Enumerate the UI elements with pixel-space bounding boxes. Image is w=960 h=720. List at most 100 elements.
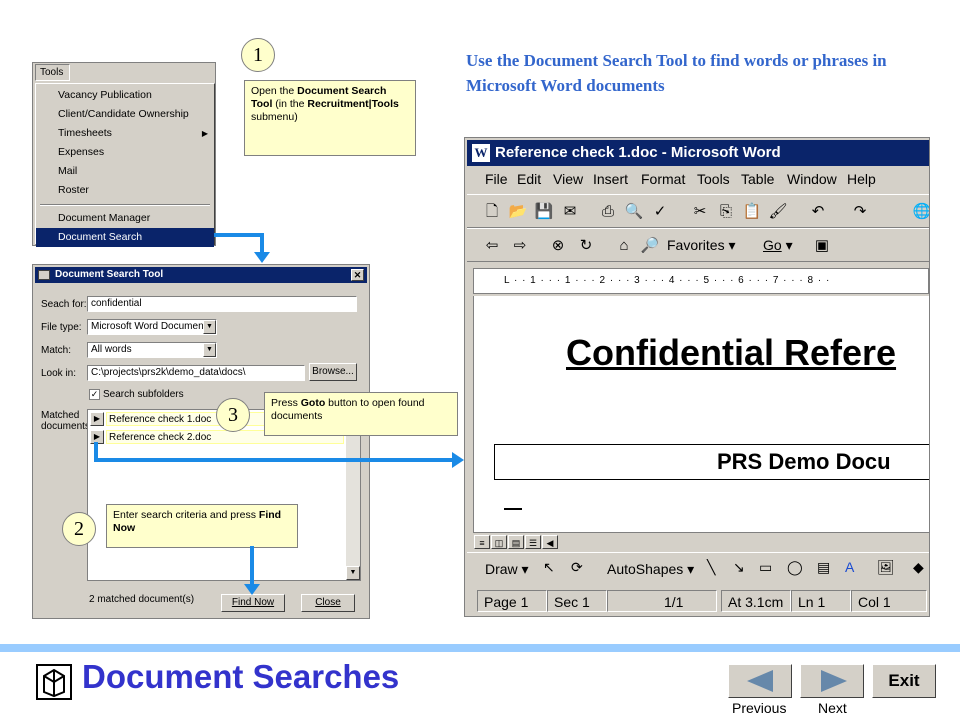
print-icon[interactable]: ⎙ [597, 201, 619, 223]
text-cursor [504, 508, 522, 510]
menu-item-document-manager[interactable]: Document Manager [36, 209, 214, 228]
match-value: All words [91, 344, 132, 355]
fill-color-icon[interactable]: ◆ [913, 559, 924, 576]
normal-view-icon[interactable]: ≡ [474, 535, 490, 549]
autoshapes-label: AutoShapes [607, 561, 684, 577]
outline-view-icon[interactable]: ☰ [525, 535, 541, 549]
previous-label: Previous [732, 700, 787, 716]
step-1-text-bold: Recruitment|Tools [307, 98, 399, 110]
word-menu-insert[interactable]: Insert [593, 171, 628, 187]
step-2-text: Enter search criteria and press [113, 509, 259, 521]
lookin-label: Look in: [41, 368, 77, 379]
close-button[interactable]: Close [301, 594, 355, 612]
tools-dropdown: Vacancy Publication Client/Candidate Own… [35, 83, 215, 247]
new-document-icon[interactable]: 🗋 [481, 201, 503, 223]
tools-menubar-item[interactable]: Tools [35, 64, 70, 81]
cut-icon[interactable]: ✂ [689, 201, 711, 223]
copy-icon[interactable]: ⎘ [715, 201, 737, 223]
paste-icon[interactable]: 📋 [741, 201, 763, 223]
exit-button[interactable]: Exit [872, 664, 936, 698]
menu-item-timesheets[interactable]: Timesheets ▶ [36, 124, 214, 143]
word-menu-window[interactable]: Window [787, 171, 837, 187]
menu-item-client-candidate-ownership[interactable]: Client/Candidate Ownership [36, 105, 214, 124]
chevron-down-icon[interactable]: ▼ [203, 343, 216, 357]
back-icon[interactable]: ⇦ [481, 235, 503, 257]
draw-menu[interactable]: Draw ▾ [485, 561, 529, 578]
redo-icon[interactable]: ↷ [849, 201, 871, 223]
arrow-icon[interactable]: ↘ [733, 559, 745, 576]
web-layout-icon[interactable]: ◫ [491, 535, 507, 549]
next-button[interactable] [800, 664, 864, 698]
search-input[interactable]: confidential [87, 296, 357, 312]
home-icon[interactable] [36, 664, 72, 700]
previous-button[interactable] [728, 664, 792, 698]
oval-icon[interactable]: ◯ [787, 559, 803, 576]
select-objects-icon[interactable]: ↖ [543, 559, 555, 576]
word-menu-table[interactable]: Table [741, 171, 774, 187]
menu-item-label: Mail [58, 165, 78, 177]
scroll-left-icon[interactable]: ◀ [542, 535, 558, 549]
close-icon[interactable]: ✕ [351, 269, 364, 281]
menu-item-label: Expenses [58, 146, 105, 158]
goto-button[interactable]: ▶ [90, 412, 104, 426]
word-menu-file[interactable]: File [485, 171, 508, 187]
step-1-badge: 1 [241, 38, 275, 72]
line-icon[interactable]: ╲ [707, 559, 715, 576]
go-menu[interactable]: Go ▾ [763, 237, 793, 254]
print-layout-icon[interactable]: ▤ [508, 535, 524, 549]
text-box-icon[interactable]: ▤ [817, 559, 830, 576]
scroll-down-icon[interactable]: ▼ [346, 566, 360, 580]
menu-item-expenses[interactable]: Expenses [36, 143, 214, 162]
match-select[interactable]: All words ▼ [87, 342, 217, 358]
spelling-icon[interactable]: ✓ [649, 201, 671, 223]
rectangle-icon[interactable]: ▭ [759, 559, 772, 576]
menu-item-document-search[interactable]: Document Search [36, 228, 214, 247]
word-menu-edit[interactable]: Edit [517, 171, 541, 187]
menu-item-label: Client/Candidate Ownership [58, 108, 189, 120]
forward-icon[interactable]: ⇨ [509, 235, 531, 257]
open-folder-icon[interactable]: 📂 [507, 201, 529, 223]
clip-art-icon[interactable]: 🖼 [877, 559, 895, 576]
undo-icon[interactable]: ↶ [807, 201, 829, 223]
home-icon[interactable]: ⌂ [613, 235, 635, 257]
menu-item-vacancy-publication[interactable]: Vacancy Publication [36, 86, 214, 105]
match-label: Match: [41, 345, 72, 356]
search-web-icon[interactable]: 🔎 [639, 235, 661, 257]
go-label: Go [763, 237, 782, 253]
filetype-select[interactable]: Microsoft Word Documents ▼ [87, 319, 217, 335]
word-menu-tools[interactable]: Tools [697, 171, 730, 187]
favorites-menu[interactable]: Favorites ▾ [667, 237, 736, 254]
status-page: Page 1 [477, 590, 547, 612]
save-icon[interactable]: 💾 [533, 201, 555, 223]
autoshapes-menu[interactable]: AutoShapes ▾ [607, 561, 694, 578]
close-label: Close [315, 597, 341, 608]
browse-button[interactable]: Browse... [309, 363, 357, 381]
subfolders-checkbox[interactable]: ✓ [89, 389, 100, 400]
free-rotate-icon[interactable]: ⟳ [571, 559, 583, 576]
word-menu-help[interactable]: Help [847, 171, 876, 187]
menu-item-label: Document Manager [58, 212, 151, 224]
horizontal-ruler[interactable]: L · · 1 · · · 1 · · · 2 · · · 3 · · · 4 … [473, 268, 929, 294]
print-preview-icon[interactable]: 🔍 [623, 201, 645, 223]
menu-item-mail[interactable]: Mail [36, 162, 214, 181]
arrow-connector [214, 233, 264, 237]
step-3-badge: 3 [216, 398, 250, 432]
document-page[interactable]: Confidential Refere PRS Demo Docu [473, 296, 929, 532]
format-painter-icon[interactable]: 🖌 [767, 201, 789, 223]
show-web-toolbar-icon[interactable]: ▣ [811, 235, 833, 257]
wordart-icon[interactable]: A [845, 559, 854, 575]
step-1-text: (in the [272, 98, 308, 110]
find-now-button[interactable]: Find Now [221, 594, 285, 612]
web-toolbar: ⇦ ⇨ ⊗ ↻ ⌂ 🔎 Favorites ▾ Go ▾ ▣ [467, 228, 929, 262]
refresh-icon[interactable]: ↻ [575, 235, 597, 257]
drawing-toolbar: Draw ▾ ↖ ⟳ AutoShapes ▾ ╲ ↘ ▭ ◯ ▤ A 🖼 ◆ [467, 552, 929, 586]
lookin-input[interactable]: C:\projects\prs2k\demo_data\docs\ [87, 365, 305, 381]
search-label: Seach for: [41, 299, 87, 310]
chevron-down-icon[interactable]: ▼ [203, 320, 216, 334]
word-menu-format[interactable]: Format [641, 171, 685, 187]
word-menu-view[interactable]: View [553, 171, 583, 187]
menu-item-roster[interactable]: Roster [36, 181, 214, 200]
email-icon[interactable]: ✉ [559, 201, 581, 223]
globe-icon[interactable]: 🌐 [911, 201, 929, 223]
stop-icon[interactable]: ⊗ [547, 235, 569, 257]
